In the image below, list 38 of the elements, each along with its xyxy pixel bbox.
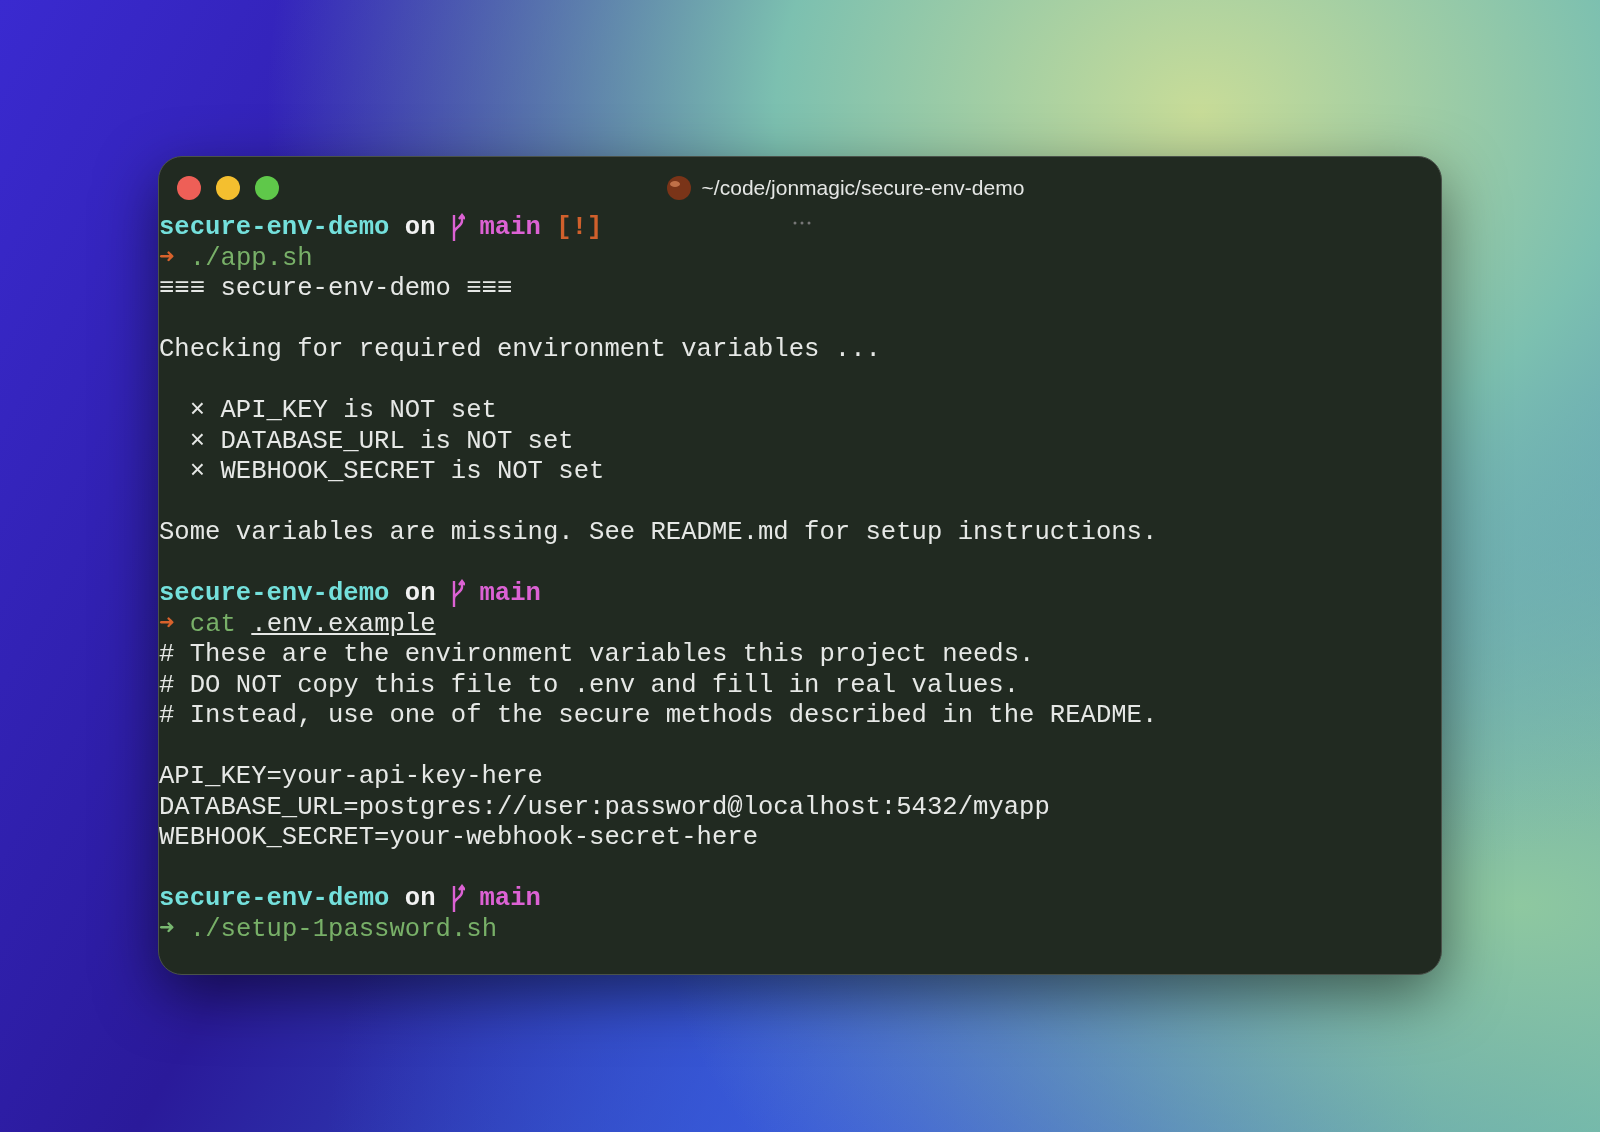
output-text: # Instead, use one of the secure methods described in the README. [159, 701, 1158, 732]
prompt-text: on [404, 213, 436, 244]
output-text: # DO NOT copy this file to .env and fill in real values. [159, 670, 1020, 701]
branch-name: main [479, 579, 541, 610]
minimize-button[interactable] [216, 176, 240, 200]
command-text: ./setup-1password.sh [189, 914, 497, 945]
prompt-arrow: ➜ [159, 243, 175, 274]
output-text: ≡≡≡ secure-env-demo ≡≡≡ [159, 274, 513, 305]
git-status: [!] [556, 213, 603, 244]
prompt-directory: secure-env-demo [159, 884, 390, 915]
prompt-directory: secure-env-demo [159, 213, 390, 244]
ball-icon [665, 175, 692, 201]
zoom-button[interactable] [255, 176, 279, 200]
output-text: WEBHOOK_SECRET=your-webhook-secret-here [159, 823, 758, 854]
git-branch-icon [450, 579, 465, 610]
output-text: Checking for required environment variables ... [159, 335, 881, 366]
output-text: # These are the environment variables this project needs. [159, 640, 1035, 671]
git-branch-icon [450, 213, 465, 244]
git-branch-icon [450, 884, 465, 915]
output-text: Some variables are missing. See README.md for setup instructions. [159, 518, 1158, 549]
output-text: × WEBHOOK_SECRET is NOT set [188, 457, 605, 488]
more-icon[interactable] [793, 221, 811, 225]
prompt-directory: secure-env-demo [159, 579, 390, 610]
command-text: ./app.sh [189, 243, 313, 274]
branch-name: main [479, 884, 541, 915]
file-path: .env.example [251, 609, 436, 640]
command-text: cat [189, 609, 236, 640]
output-text: × DATABASE_URL is NOT set [188, 426, 574, 457]
output-text: DATABASE_URL=postgres://user:password@localhost:5432/myapp [159, 792, 1050, 823]
close-button[interactable] [177, 176, 201, 200]
prompt-text: on [404, 579, 436, 610]
prompt-arrow: ➜ [159, 914, 175, 945]
output-text: × API_KEY is NOT set [188, 396, 497, 427]
window-title: ~/code/jonmagic/secure-env-demo [701, 176, 1025, 200]
prompt-arrow: ➜ [159, 609, 175, 640]
prompt-text: on [404, 884, 436, 915]
output-text: API_KEY=your-api-key-here [159, 762, 543, 793]
branch-name: main [479, 213, 541, 244]
